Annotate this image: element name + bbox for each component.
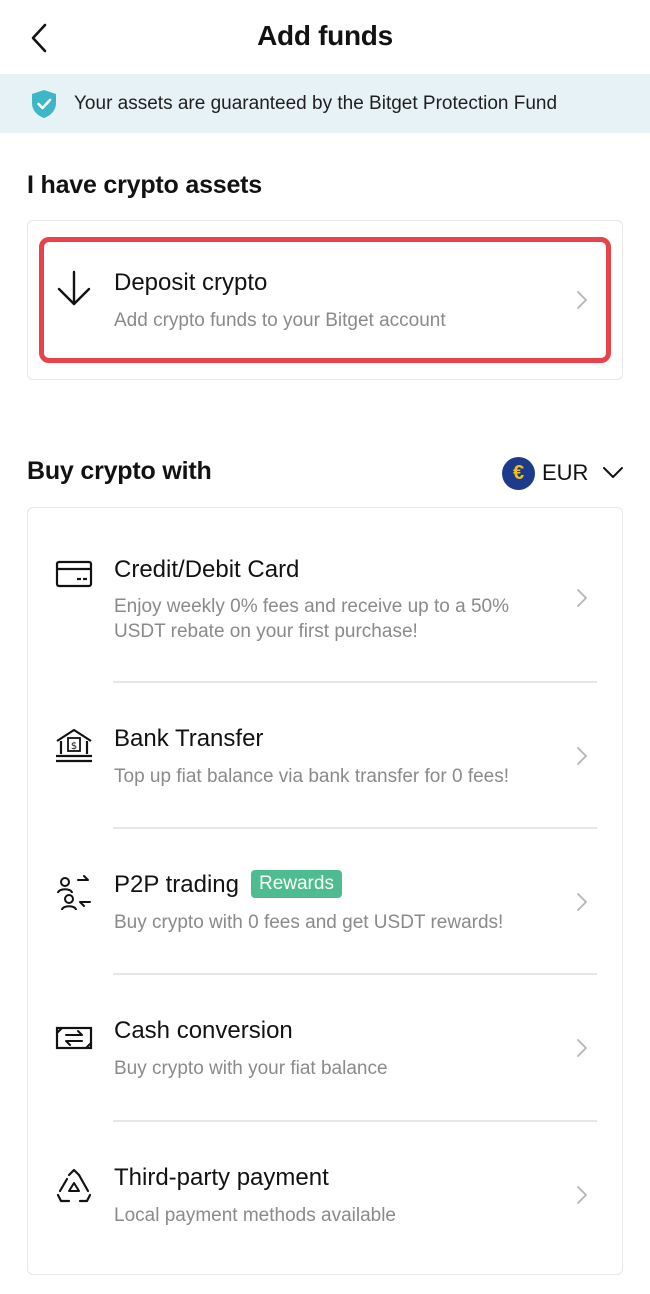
payment-option-p2p[interactable]: P2P trading Rewards Buy crypto with 0 fee… <box>28 830 622 973</box>
divider <box>113 681 597 683</box>
banner-text: Your assets are guaranteed by the Bitget… <box>74 92 558 114</box>
p2p-title-text: P2P trading <box>114 871 239 898</box>
payment-option-cash-conversion[interactable]: Cash conversion Buy crypto with your fia… <box>28 976 622 1119</box>
payment-option-title: Third-party payment <box>114 1164 329 1191</box>
bank-icon: $ <box>56 728 92 763</box>
payment-option-title: Credit/Debit Card <box>114 556 300 583</box>
rewards-badge: Rewards <box>250 870 342 898</box>
divider <box>113 827 597 829</box>
payment-option-card[interactable]: Credit/Debit Card Enjoy weekly 0% fees a… <box>28 528 622 678</box>
page-title: Add funds <box>257 20 393 51</box>
chevron-right-icon <box>577 1186 587 1204</box>
euro-coin-icon: € <box>502 456 535 490</box>
cash-conversion-icon <box>55 1026 93 1050</box>
payment-option-bank[interactable]: $ Bank Transfer Top up fiat balance via … <box>28 684 622 827</box>
payment-option-third-party[interactable]: Third-party payment Local payment method… <box>28 1123 622 1266</box>
chevron-right-icon <box>577 589 587 607</box>
third-party-icon <box>56 1168 92 1203</box>
payment-option-desc: Top up fiat balance via bank transfer fo… <box>114 766 510 787</box>
chevron-right-icon <box>577 1039 587 1057</box>
credit-card-icon <box>55 560 93 588</box>
payment-option-title: P2P trading Rewards <box>114 870 342 899</box>
svg-text:$: $ <box>71 741 77 752</box>
currency-code: EUR <box>542 460 589 485</box>
chevron-down-icon <box>603 467 624 478</box>
divider <box>113 973 597 975</box>
chevron-right-icon <box>577 747 587 765</box>
p2p-icon <box>57 875 91 911</box>
chevron-right-icon <box>577 893 587 911</box>
deposit-highlight-box <box>39 237 611 363</box>
payment-option-title: Cash conversion <box>114 1017 293 1044</box>
protection-banner: Your assets are guaranteed by the Bitget… <box>0 74 650 133</box>
payment-option-desc: Buy crypto with 0 fees and get USDT rewa… <box>114 912 504 933</box>
currency-selector[interactable]: € EUR <box>502 456 624 490</box>
shield-check-icon <box>32 89 56 118</box>
payment-option-desc: Enjoy weekly 0% fees and receive up to a… <box>114 596 510 642</box>
payment-option-desc: Buy crypto with your fiat balance <box>114 1058 388 1079</box>
header: Add funds <box>0 0 650 74</box>
payment-option-desc: Local payment methods available <box>114 1205 397 1226</box>
section-title-crypto-assets: I have crypto assets <box>27 171 263 199</box>
section-title-buy-crypto: Buy crypto with <box>27 457 212 485</box>
divider <box>113 1120 597 1122</box>
payment-option-title: Bank Transfer <box>114 725 264 752</box>
